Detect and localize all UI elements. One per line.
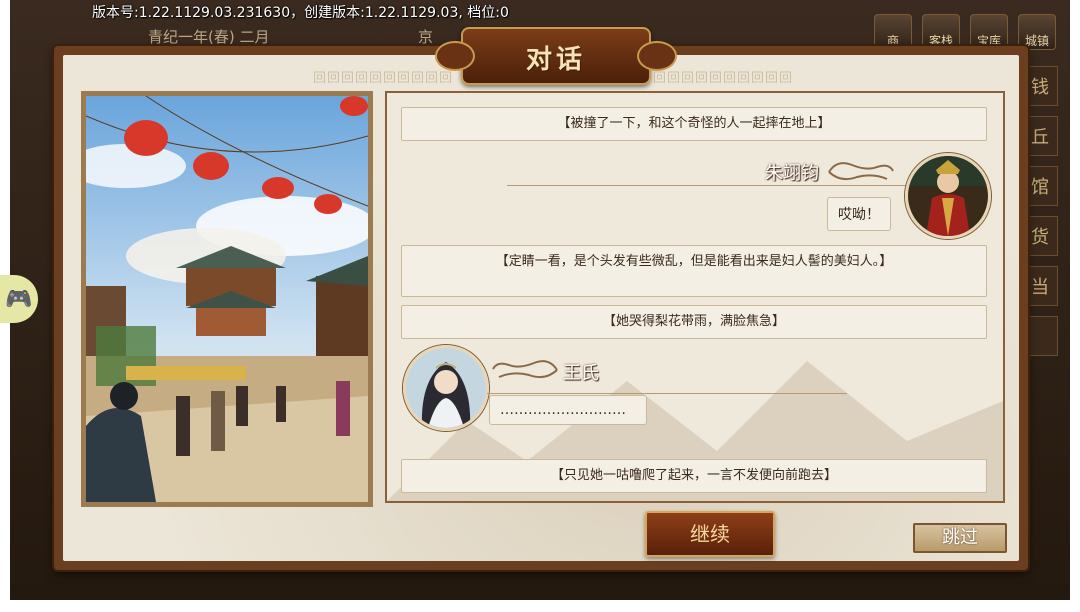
- speaker-divider: [487, 393, 847, 394]
- narration-box: 【她哭得梨花带雨，满脸焦急】: [401, 305, 987, 339]
- portrait-image: [908, 156, 988, 236]
- top-menu: 商 客栈 宝库 城镇: [874, 14, 1056, 50]
- skip-button[interactable]: 跳过: [913, 523, 1007, 553]
- dialog-title: 对话: [525, 45, 586, 75]
- top-menu-item[interactable]: 宝库: [970, 14, 1008, 50]
- dialogue-window: 回回回回回回回回回回回回 回回回回回回回回回回回回 对话: [54, 27, 1028, 570]
- bottom-margin: [0, 600, 1080, 612]
- speaker-name: 王氏: [563, 363, 599, 384]
- narration-box: 【被撞了一下，和这个奇怪的人一起摔在地上】: [401, 107, 987, 141]
- speech-bubble: ………………………: [489, 395, 647, 425]
- character-portrait-zhu[interactable]: [905, 153, 991, 239]
- scene-frame: [81, 91, 373, 507]
- current-city: 京: [418, 28, 434, 46]
- street-scene-image: [86, 96, 368, 502]
- dialogue-log[interactable]: 【被撞了一下，和这个奇怪的人一起摔在地上】 朱翊钧 哎呦！ 【定睛一看，是个头发…: [385, 91, 1005, 503]
- narration-box: 【定睛一看，是个头发有些微乱，但是能看出来是妇人髻的美妇人。】: [401, 245, 987, 297]
- dialogue-body: 回回回回回回回回回回回回 回回回回回回回回回回回回 对话: [63, 27, 1019, 561]
- narration-box: 【只见她一咕噜爬了起来，一言不发便向前跑去】: [401, 459, 987, 493]
- swirl-ornament: [492, 360, 558, 379]
- portrait-image: [406, 348, 486, 428]
- border-pattern: 回回回回回回回回回回回回: [313, 71, 453, 83]
- border-pattern: 回回回回回回回回回回回回: [653, 71, 793, 83]
- top-menu-item[interactable]: 城镇: [1018, 14, 1056, 50]
- game-date: 青纪一年(春) 二月: [148, 28, 270, 46]
- top-menu-item[interactable]: 客栈: [922, 14, 960, 50]
- scene-illustration: [86, 96, 368, 502]
- swirl-ornament: [828, 162, 894, 181]
- version-info: 版本号:1.22.1129.03.231630，创建版本:1.22.1129.0…: [92, 5, 509, 21]
- speaker-name: 朱翊钧: [765, 163, 819, 184]
- top-menu-item[interactable]: 商: [874, 14, 912, 50]
- character-portrait-wang[interactable]: [403, 345, 489, 431]
- speech-bubble: 哎呦！: [827, 197, 891, 231]
- right-margin: [1070, 0, 1080, 612]
- title-plaque: 对话: [435, 27, 677, 85]
- continue-button[interactable]: 继续: [645, 511, 775, 557]
